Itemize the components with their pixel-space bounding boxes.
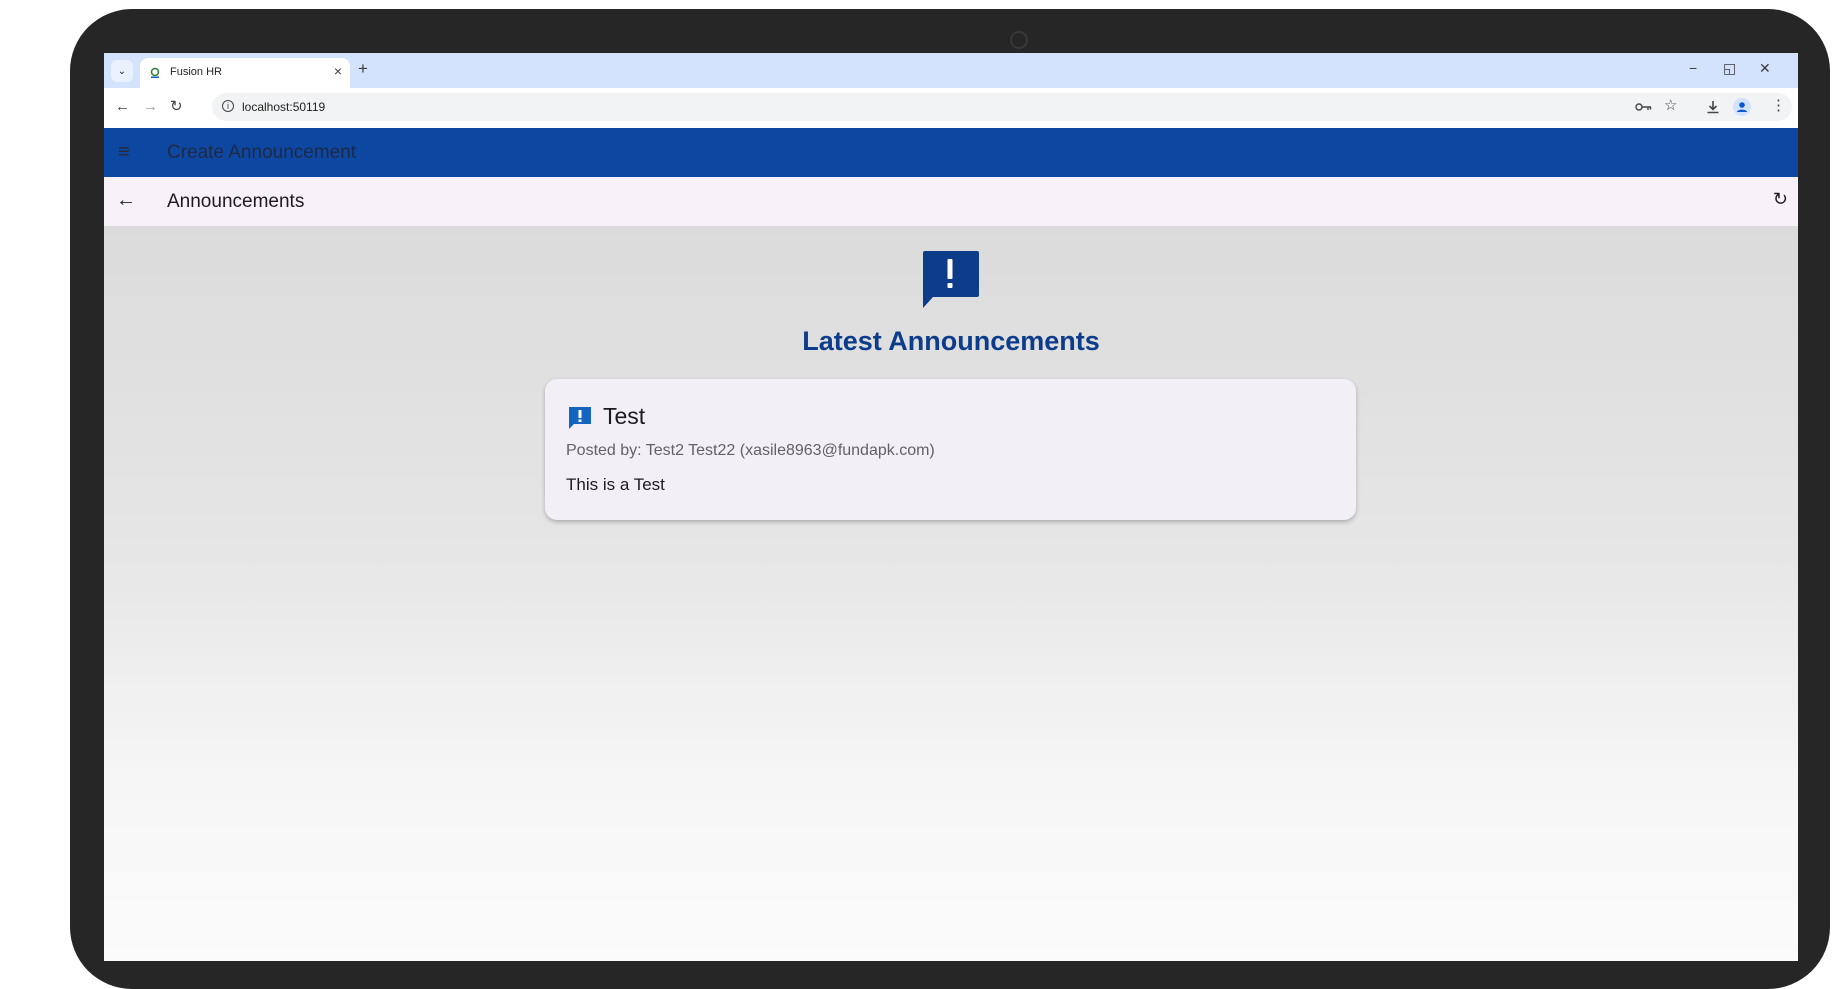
forward-icon[interactable]: → [143, 99, 158, 114]
tab-close-icon[interactable]: × [334, 64, 342, 78]
reload-icon[interactable]: ↻ [170, 99, 183, 114]
profile-icon[interactable] [1733, 98, 1751, 116]
url-text[interactable]: localhost:50119 [242, 100, 325, 114]
camera-icon [1010, 31, 1028, 49]
back-icon[interactable]: ← [115, 99, 130, 114]
page-header: ← Announcements ↻ [104, 177, 1798, 226]
announcement-body: This is a Test [566, 475, 665, 494]
announcement-author: Posted by: Test2 Test22 (xasile8963@fund… [566, 442, 935, 459]
announcement-icon [923, 251, 979, 308]
app-bar-title: Create Announcement [167, 142, 357, 163]
minimize-icon[interactable]: − [1689, 61, 1697, 75]
back-arrow-icon[interactable]: ← [116, 190, 136, 210]
site-info-icon[interactable]: i [222, 100, 234, 112]
tab-search-button[interactable]: ⌄ [111, 60, 133, 82]
new-tab-icon[interactable]: + [358, 60, 368, 77]
close-window-icon[interactable]: ✕ [1759, 61, 1771, 75]
restore-icon[interactable]: ◱ [1723, 61, 1736, 75]
announcement-icon [569, 407, 591, 429]
section-heading: Latest Announcements [802, 326, 1100, 356]
refresh-icon[interactable]: ↻ [1773, 190, 1788, 208]
screen: ⌄ Fusion HR × + − ◱ ✕ ← → ↻ i localhost:… [104, 53, 1798, 961]
announcement-title: Test [603, 403, 646, 429]
fusion-hr-favicon-icon [150, 67, 160, 78]
browser-toolbar: ← → ↻ i localhost:50119 ☆ ⋮ [104, 88, 1798, 128]
browser-tab[interactable]: Fusion HR × [140, 58, 350, 88]
download-icon[interactable] [1705, 99, 1721, 115]
address-bar[interactable]: i localhost:50119 [212, 93, 1792, 121]
browser-tab-strip: ⌄ Fusion HR × + − ◱ ✕ [104, 53, 1798, 88]
more-menu-icon[interactable]: ⋮ [1771, 98, 1786, 113]
password-key-icon[interactable] [1635, 101, 1653, 113]
hamburger-menu-icon[interactable]: ≡ [118, 142, 130, 162]
announcements-content: Latest Announcements Test Posted by: Tes… [104, 226, 1798, 961]
tab-title: Fusion HR [170, 66, 222, 78]
page-title: Announcements [167, 191, 305, 212]
app-bar: ≡ Create Announcement [104, 128, 1798, 177]
announcement-card[interactable]: Test Posted by: Test2 Test22 (xasile8963… [545, 379, 1356, 520]
bookmark-star-icon[interactable]: ☆ [1664, 98, 1677, 113]
